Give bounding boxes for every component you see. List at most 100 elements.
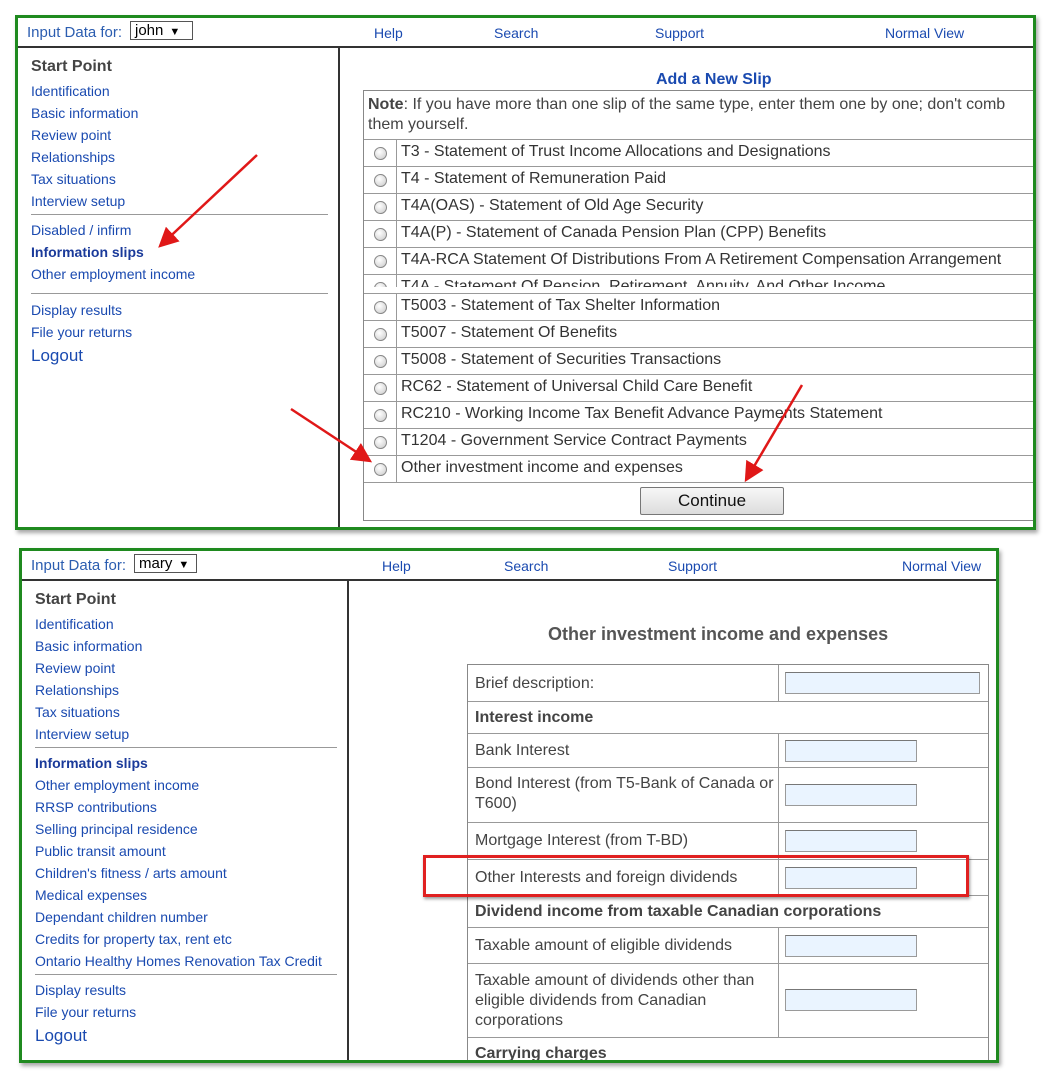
brief-description-label: Brief description: <box>475 675 595 692</box>
slip-row[interactable]: T1204 - Government Service Contract Paym… <box>364 428 1033 455</box>
slip-row[interactable]: T3 - Statement of Trust Income Allocatio… <box>364 139 1033 166</box>
sidebar-item-review-point[interactable]: Review point <box>31 127 111 143</box>
window-other-investment: Input Data for: mary ▼ Help Search Suppor… <box>19 548 999 1063</box>
search-link[interactable]: Search <box>504 558 548 574</box>
sidebar-item-display-results[interactable]: Display results <box>35 982 126 998</box>
slip-label: T4A(OAS) - Statement of Old Age Security <box>401 197 704 214</box>
help-link[interactable]: Help <box>374 25 403 41</box>
slip-row[interactable]: RC62 - Statement of Universal Child Care… <box>364 374 1033 401</box>
slip-radio[interactable] <box>374 228 387 241</box>
sidebar-item-property-tax-credits[interactable]: Credits for property tax, rent etc <box>35 931 232 947</box>
slip-row[interactable]: T5007 - Statement Of Benefits <box>364 320 1033 347</box>
sidebar-item-basic-information[interactable]: Basic information <box>31 105 138 121</box>
sidebar-item-other-employment-income[interactable]: Other employment income <box>31 266 195 282</box>
sidebar-item-relationships[interactable]: Relationships <box>35 682 119 698</box>
slip-radio[interactable] <box>374 328 387 341</box>
dividend-income-heading: Dividend income from taxable Canadian co… <box>475 903 882 920</box>
dropdown-arrow-icon: ▼ <box>178 559 190 571</box>
sidebar-item-basic-information[interactable]: Basic information <box>35 638 142 654</box>
slip-label: T4 - Statement of Remuneration Paid <box>401 170 667 187</box>
slip-row[interactable]: Other investment income and expenses <box>364 455 1033 482</box>
slip-row[interactable]: T4A(P) - Statement of Canada Pension Pla… <box>364 220 1033 247</box>
brief-description-input[interactable] <box>785 672 980 694</box>
sidebar-item-relationships[interactable]: Relationships <box>31 149 115 165</box>
slip-radio[interactable] <box>374 282 387 287</box>
slip-row[interactable]: T5008 - Statement of Securities Transact… <box>364 347 1033 374</box>
slip-row[interactable]: T4A(OAS) - Statement of Old Age Security <box>364 193 1033 220</box>
form-section: Interest income <box>468 701 988 734</box>
bank-interest-input[interactable] <box>785 740 917 762</box>
slip-radio[interactable] <box>374 174 387 187</box>
mortgage-interest-input[interactable] <box>785 830 917 852</box>
sidebar-item-identification[interactable]: Identification <box>31 83 110 99</box>
input-data-label: Input Data for: <box>31 557 127 574</box>
slip-radio[interactable] <box>374 382 387 395</box>
sidebar-item-other-employment-income[interactable]: Other employment income <box>35 777 199 793</box>
eligible-dividends-input[interactable] <box>785 935 917 957</box>
slip-label: T3 - Statement of Trust Income Allocatio… <box>401 143 831 160</box>
radio-cell <box>364 456 397 482</box>
normal-view-link[interactable]: Normal View <box>902 558 981 574</box>
radio-cell <box>364 294 397 320</box>
other-dividends-input[interactable] <box>785 989 917 1011</box>
sidebar-item-ontario-healthy-homes[interactable]: Ontario Healthy Homes Renovation Tax Cre… <box>35 953 322 969</box>
sidebar-item-information-slips[interactable]: Information slips <box>31 244 144 260</box>
sidebar-item-rrsp-contributions[interactable]: RRSP contributions <box>35 799 157 815</box>
slip-radio-other-investment[interactable] <box>374 463 387 476</box>
sidebar-item-childrens-fitness[interactable]: Children's fitness / arts amount <box>35 865 227 881</box>
sidebar-item-tax-situations[interactable]: Tax situations <box>35 704 120 720</box>
user-select[interactable]: mary ▼ <box>134 554 197 573</box>
slip-radio[interactable] <box>374 436 387 449</box>
logout-link[interactable]: Logout <box>35 1026 87 1046</box>
user-select[interactable]: john ▼ <box>130 21 193 40</box>
sidebar-item-selling-principal-residence[interactable]: Selling principal residence <box>35 821 198 837</box>
note-text: Note: If you have more than one slip of … <box>368 95 1005 135</box>
slip-row[interactable]: RC210 - Working Income Tax Benefit Advan… <box>364 401 1033 428</box>
sidebar-divider <box>35 974 337 975</box>
slip-radio[interactable] <box>374 301 387 314</box>
slip-radio[interactable] <box>374 255 387 268</box>
search-link[interactable]: Search <box>494 25 538 41</box>
form-row: Taxable amount of dividends other than e… <box>468 963 988 1038</box>
sidebar-item-identification[interactable]: Identification <box>35 616 114 632</box>
slip-row[interactable]: T4A-RCA Statement Of Distributions From … <box>364 247 1033 274</box>
sidebar-item-display-results[interactable]: Display results <box>31 302 122 318</box>
start-point-heading[interactable]: Start Point <box>35 591 116 609</box>
note-line2: them yourself. <box>368 116 469 133</box>
sidebar-item-interview-setup[interactable]: Interview setup <box>31 193 125 209</box>
sidebar-item-interview-setup[interactable]: Interview setup <box>35 726 129 742</box>
sidebar-item-file-returns[interactable]: File your returns <box>35 1004 136 1020</box>
slip-radio[interactable] <box>374 147 387 160</box>
slip-radio[interactable] <box>374 355 387 368</box>
form-row: Bank Interest <box>468 733 988 768</box>
slip-row[interactable]: T5003 - Statement of Tax Shelter Informa… <box>364 293 1033 320</box>
form-section: Dividend income from taxable Canadian co… <box>468 895 988 928</box>
sidebar-item-review-point[interactable]: Review point <box>35 660 115 676</box>
window-add-slip: Input Data for: john ▼ Help Search Suppor… <box>15 15 1036 530</box>
sidebar-item-tax-situations[interactable]: Tax situations <box>31 171 116 187</box>
sidebar-item-medical-expenses[interactable]: Medical expenses <box>35 887 147 903</box>
slip-row[interactable]: T4A - Statement Of Pension, Retirement, … <box>364 274 1033 287</box>
slip-row[interactable]: T4 - Statement of Remuneration Paid <box>364 166 1033 193</box>
sidebar-item-information-slips[interactable]: Information slips <box>35 755 148 771</box>
sidebar-divider <box>31 214 328 215</box>
main-content: Other investment income and expenses Bri… <box>349 581 996 1060</box>
support-link[interactable]: Support <box>668 558 717 574</box>
slip-radio[interactable] <box>374 409 387 422</box>
column-divider <box>778 928 779 964</box>
bond-interest-input[interactable] <box>785 784 917 806</box>
logout-link[interactable]: Logout <box>31 346 83 366</box>
support-link[interactable]: Support <box>655 25 704 41</box>
start-point-heading[interactable]: Start Point <box>31 58 112 76</box>
sidebar-item-file-returns[interactable]: File your returns <box>31 324 132 340</box>
slip-label: T5008 - Statement of Securities Transact… <box>401 351 722 368</box>
continue-button[interactable]: Continue <box>640 487 784 515</box>
sidebar-item-dependant-children[interactable]: Dependant children number <box>35 909 208 925</box>
normal-view-link[interactable]: Normal View <box>885 25 964 41</box>
slip-radio[interactable] <box>374 201 387 214</box>
slip-label: Other investment income and expenses <box>401 459 683 476</box>
sidebar-item-public-transit[interactable]: Public transit amount <box>35 843 166 859</box>
sidebar-item-disabled-infirm[interactable]: Disabled / infirm <box>31 222 131 238</box>
user-select-value: john <box>135 22 164 39</box>
help-link[interactable]: Help <box>382 558 411 574</box>
